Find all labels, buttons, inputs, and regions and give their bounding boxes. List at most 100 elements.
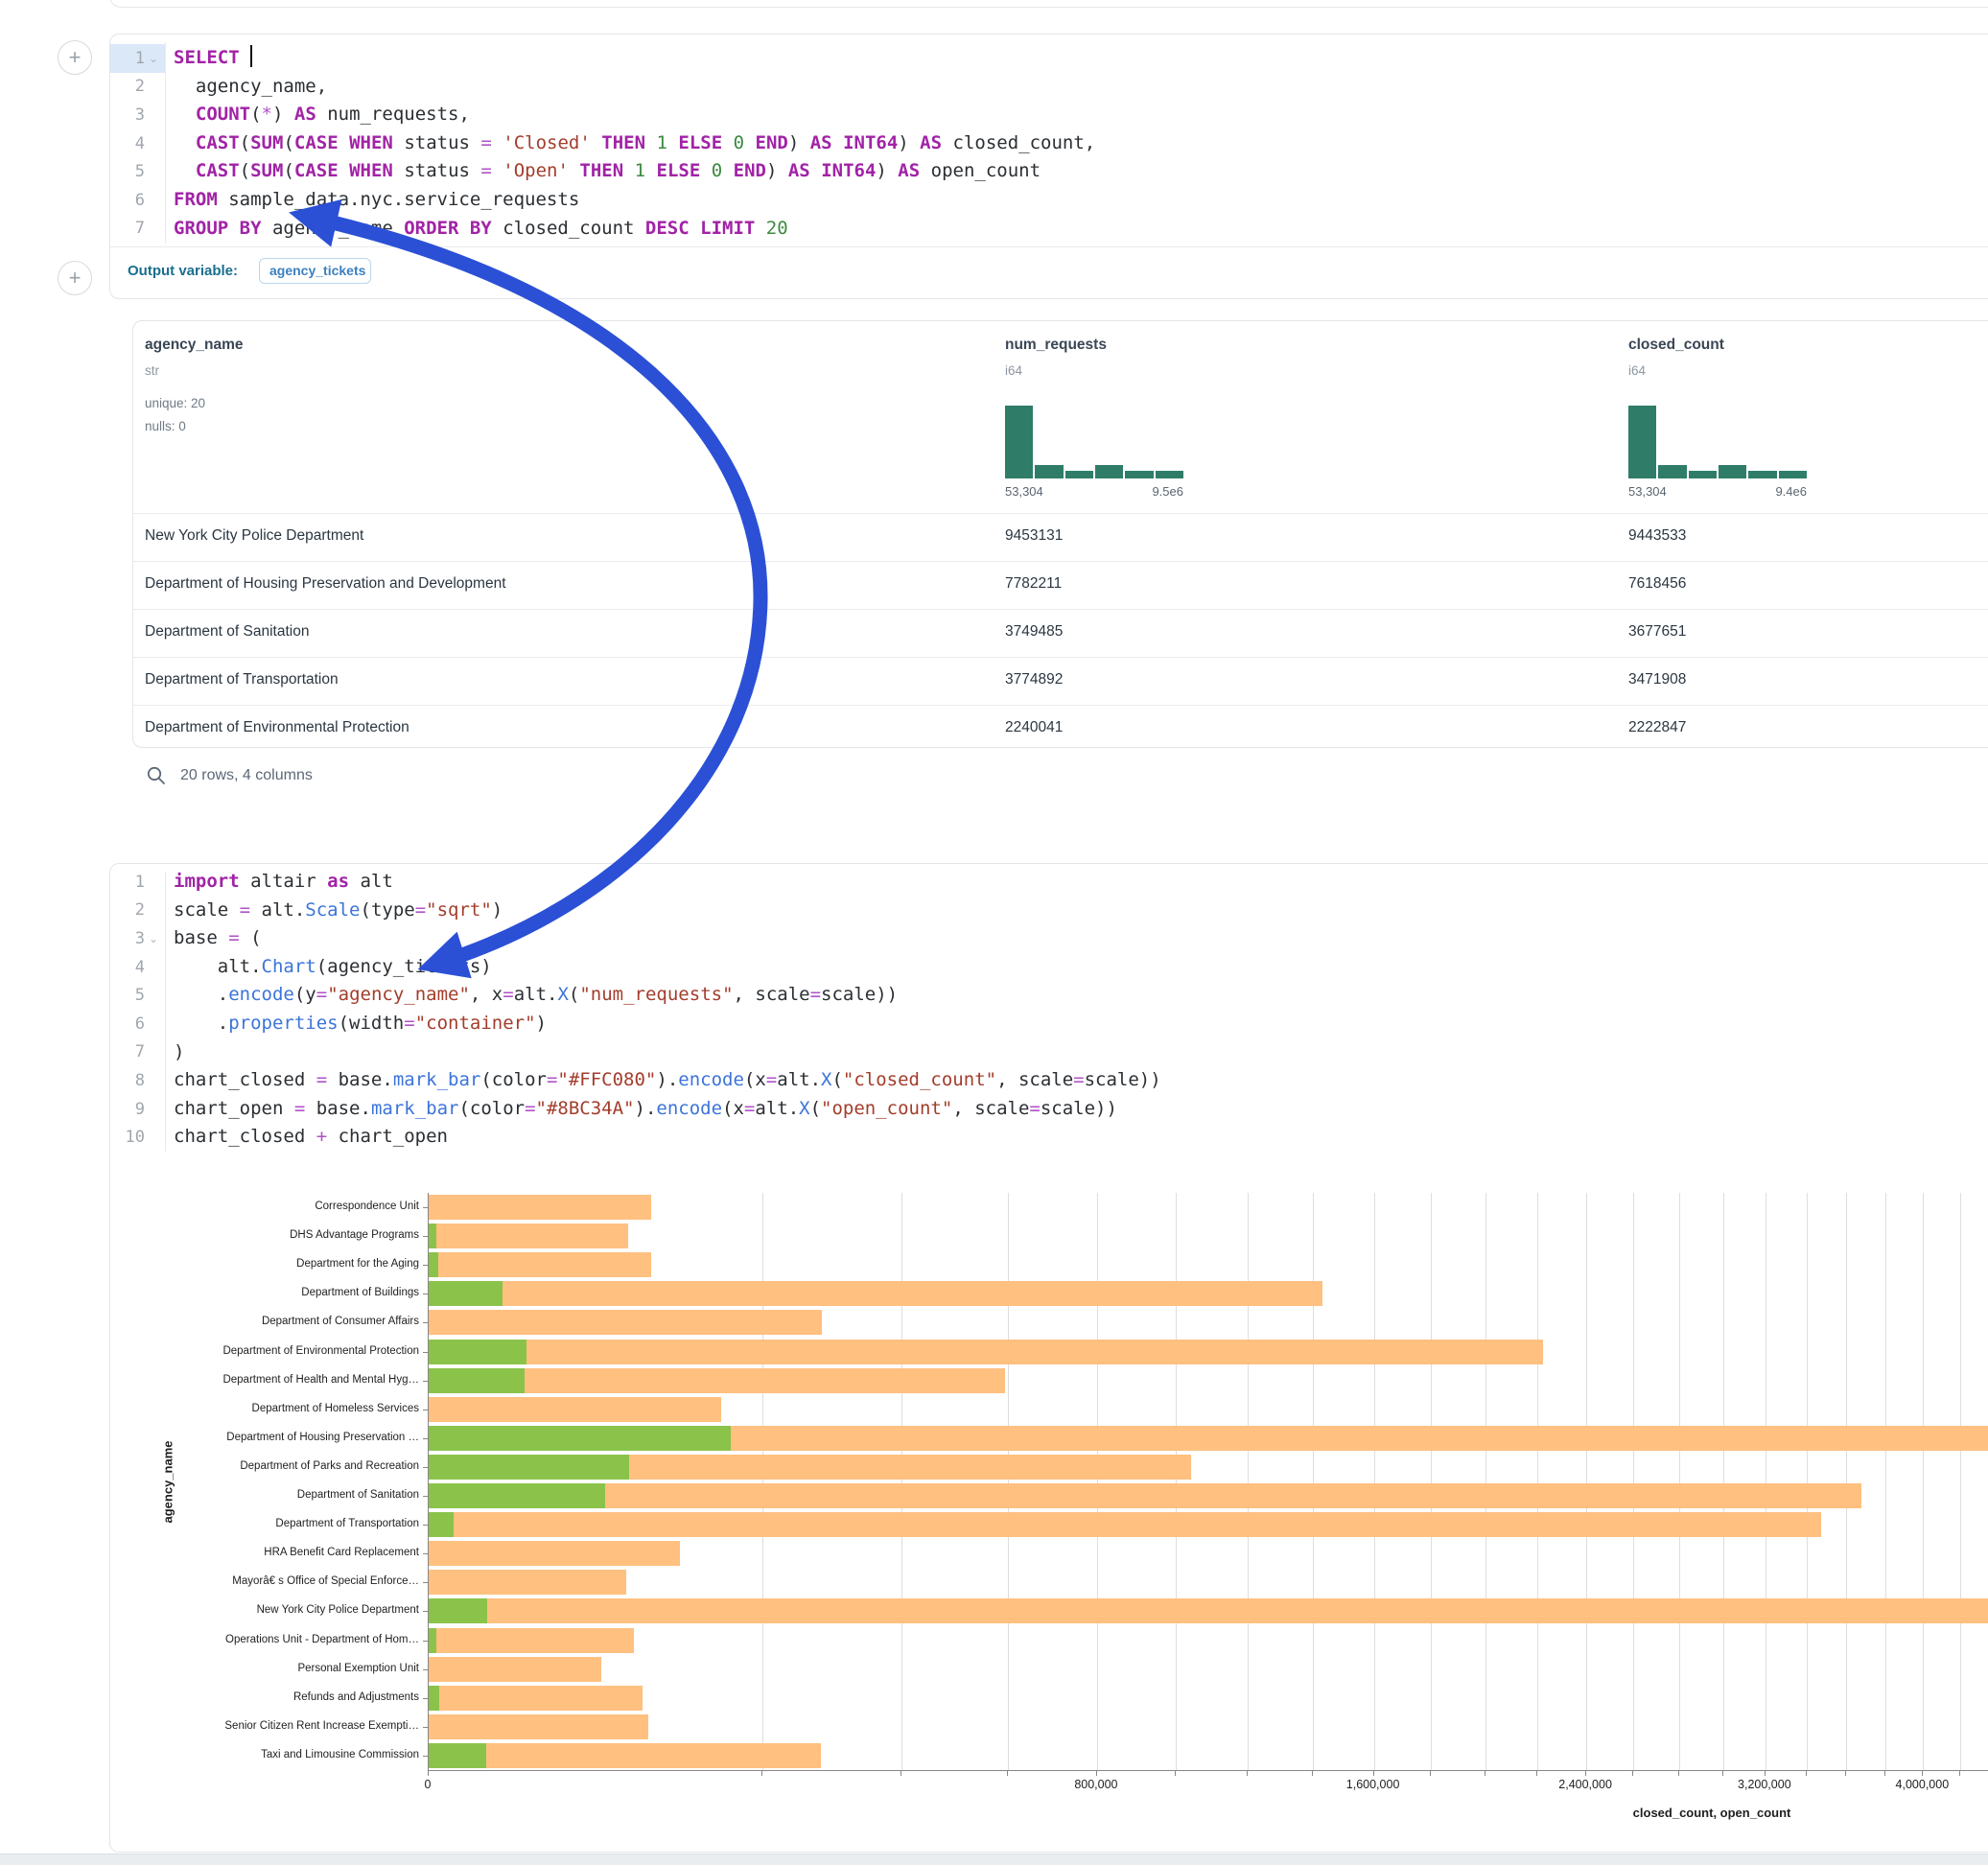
sql-cell-footer: Output variable: agency_tickets bbox=[110, 246, 1988, 298]
y-tick bbox=[423, 1727, 428, 1728]
x-tick bbox=[1247, 1771, 1248, 1776]
bar-closed_count bbox=[429, 1340, 1543, 1364]
collapse-chevron-icon[interactable]: ⌄ bbox=[145, 52, 162, 65]
bar-closed_count bbox=[429, 1397, 721, 1422]
table-cell: Department of Housing Preservation and D… bbox=[145, 575, 506, 593]
code-line: 6FROM sample_data.nyc.service_requests bbox=[110, 186, 1988, 215]
code-line: 2 agency_name, bbox=[110, 73, 1988, 102]
code-line: 3 COUNT(*) AS num_requests, bbox=[110, 101, 1988, 129]
table-row[interactable]: New York City Police Department945313194… bbox=[133, 513, 1988, 561]
bar-open_count bbox=[429, 1281, 503, 1306]
output-variable-input[interactable]: agency_tickets bbox=[259, 258, 371, 284]
x-tick bbox=[1536, 1771, 1537, 1776]
y-tick bbox=[423, 1207, 428, 1208]
table-row[interactable]: Department of Sanitation37494853677651 bbox=[133, 609, 1988, 657]
gridline bbox=[1374, 1193, 1375, 1770]
y-tick bbox=[423, 1236, 428, 1237]
gridline bbox=[1431, 1193, 1432, 1770]
x-tick-label: 3,200,000 bbox=[1707, 1778, 1822, 1791]
y-tick-label: Personal Exemption Unit bbox=[131, 1663, 419, 1674]
column-type-num-requests: i64 bbox=[1005, 363, 1022, 378]
bar-closed_count bbox=[429, 1281, 1322, 1306]
code-line: 2scale = alt.Scale(type="sqrt") bbox=[110, 897, 1988, 925]
sql-editor[interactable]: 1⌄SELECT 2 agency_name,3 COUNT(*) AS num… bbox=[110, 44, 1988, 243]
y-tick bbox=[423, 1322, 428, 1323]
row-count-label: 20 rows, 4 columns bbox=[180, 767, 313, 784]
histogram-bar bbox=[1658, 465, 1686, 478]
table-row[interactable]: Department of Housing Preservation and D… bbox=[133, 561, 1988, 609]
y-tick-label: DHS Advantage Programs bbox=[131, 1229, 419, 1241]
x-tick bbox=[1430, 1771, 1431, 1776]
gridline bbox=[1485, 1193, 1486, 1770]
y-tick bbox=[423, 1756, 428, 1757]
line-number: 7 bbox=[110, 1042, 145, 1061]
gridline bbox=[1960, 1193, 1961, 1770]
gridline bbox=[901, 1193, 902, 1770]
gridline bbox=[1537, 1193, 1538, 1770]
histogram-bar bbox=[1689, 471, 1717, 478]
histogram-min-label: 53,304 bbox=[1628, 484, 1667, 499]
collapse-chevron-icon[interactable]: ⌄ bbox=[145, 932, 162, 945]
x-tick bbox=[1922, 1771, 1923, 1776]
gridline bbox=[1723, 1193, 1724, 1770]
bar-closed_count bbox=[429, 1598, 1988, 1623]
line-number: 1 bbox=[110, 873, 145, 892]
column-header-num-requests[interactable]: num_requests bbox=[1005, 337, 1107, 354]
y-tick bbox=[423, 1265, 428, 1266]
column-header-agency-name[interactable]: agency_name bbox=[145, 337, 244, 354]
table-row[interactable]: Department of Environmental Protection22… bbox=[133, 705, 1988, 753]
search-icon[interactable] bbox=[146, 765, 167, 786]
table-cell: 3677651 bbox=[1628, 623, 1686, 641]
python-cell-card: 1import altair as alt2scale = alt.Scale(… bbox=[109, 863, 1988, 1853]
x-tick bbox=[1722, 1771, 1723, 1776]
output-variable-label: Output variable: bbox=[128, 263, 238, 279]
x-tick bbox=[1845, 1771, 1846, 1776]
add-cell-button-top[interactable]: + bbox=[58, 40, 92, 75]
result-table-card: agency_name str unique: 20 nulls: 0 num_… bbox=[132, 320, 1988, 748]
previous-cell-edge bbox=[109, 0, 1988, 8]
table-footer: 20 rows, 4 columns bbox=[146, 765, 313, 786]
code-line: 7) bbox=[110, 1038, 1988, 1067]
y-axis-line bbox=[428, 1193, 429, 1770]
x-tick bbox=[1765, 1771, 1766, 1776]
column-header-closed-count[interactable]: closed_count bbox=[1628, 337, 1724, 354]
table-row[interactable]: Department of Transportation377489234719… bbox=[133, 657, 1988, 705]
text-cursor bbox=[250, 45, 252, 67]
bar-open_count bbox=[429, 1340, 526, 1364]
y-tick-label: Senior Citizen Rent Increase Exempti… bbox=[131, 1720, 419, 1732]
x-tick-label: 4,000,000 bbox=[1864, 1778, 1979, 1791]
x-tick bbox=[1175, 1771, 1176, 1776]
python-editor[interactable]: 1import altair as alt2scale = alt.Scale(… bbox=[110, 868, 1988, 1152]
table-cell: Department of Transportation bbox=[145, 671, 339, 688]
histogram-max-label: 9.5e6 bbox=[1097, 484, 1183, 499]
x-tick bbox=[428, 1771, 429, 1776]
histogram-num-requests bbox=[1005, 406, 1183, 478]
x-tick bbox=[1632, 1771, 1633, 1776]
table-cell: Department of Sanitation bbox=[145, 623, 309, 641]
histogram-bar bbox=[1005, 406, 1033, 478]
line-number: 6 bbox=[110, 191, 145, 210]
gridline bbox=[1313, 1193, 1314, 1770]
histogram-bar bbox=[1125, 471, 1153, 478]
y-tick bbox=[423, 1669, 428, 1670]
add-cell-button-output[interactable]: + bbox=[58, 261, 92, 295]
line-number: 3 bbox=[110, 105, 145, 125]
y-tick bbox=[423, 1698, 428, 1699]
y-tick bbox=[423, 1467, 428, 1468]
code-line: 1import altair as alt bbox=[110, 868, 1988, 897]
bar-closed_count bbox=[429, 1657, 601, 1682]
bar-closed_count bbox=[429, 1224, 628, 1248]
y-tick-label: Department of Buildings bbox=[131, 1287, 419, 1298]
gridline bbox=[1586, 1193, 1587, 1770]
line-number: 1 bbox=[110, 49, 145, 68]
x-tick bbox=[1959, 1771, 1960, 1776]
line-number: 2 bbox=[110, 77, 145, 96]
histogram-bar bbox=[1156, 471, 1183, 478]
code-line: 1⌄SELECT bbox=[110, 44, 1988, 73]
page-bottom-strip bbox=[0, 1853, 1988, 1865]
y-tick bbox=[423, 1611, 428, 1612]
line-number: 7 bbox=[110, 219, 145, 238]
bar-open_count bbox=[429, 1224, 436, 1248]
histogram-bar bbox=[1628, 406, 1656, 478]
sql-cell-card: 1⌄SELECT 2 agency_name,3 COUNT(*) AS num… bbox=[109, 34, 1988, 299]
